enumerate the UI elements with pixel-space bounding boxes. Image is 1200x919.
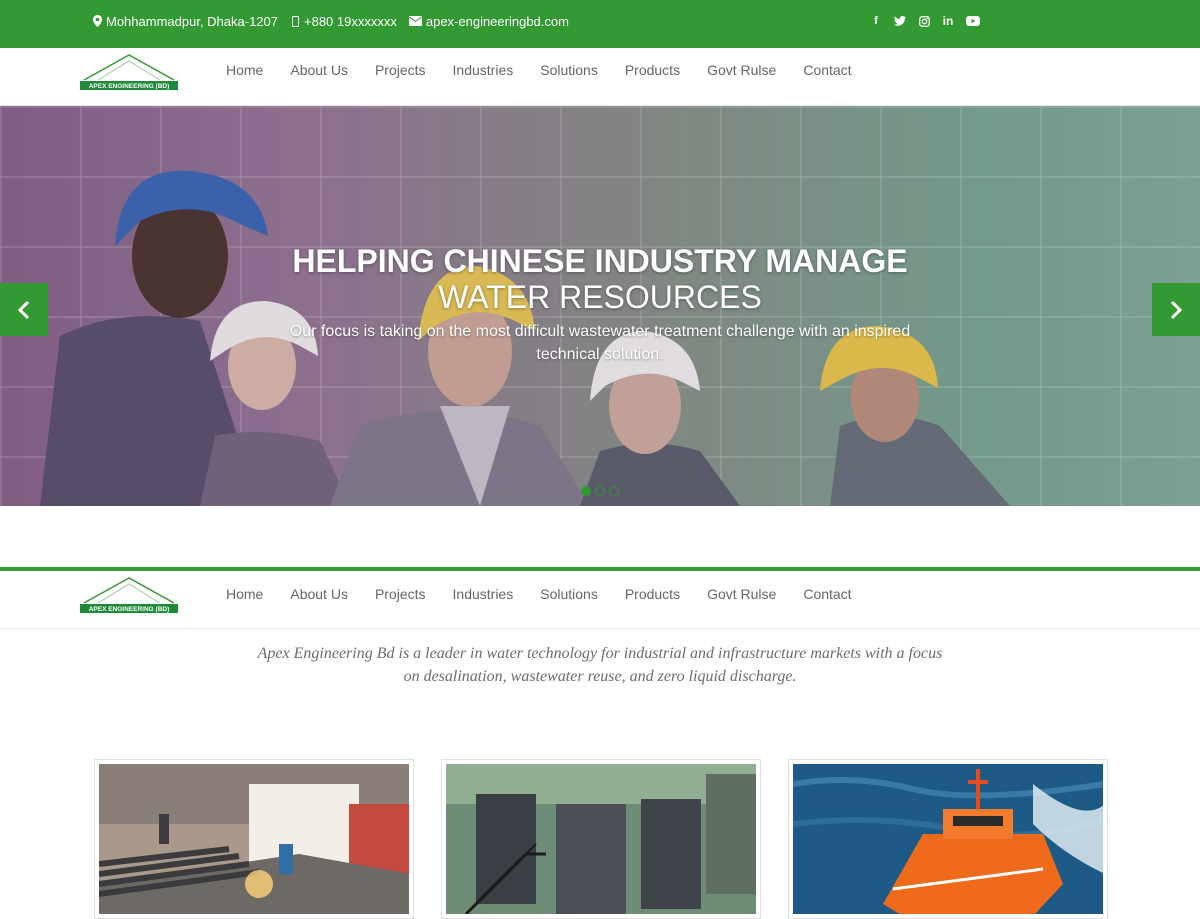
nav-govt-rulse[interactable]: Govt Rulse	[707, 62, 776, 78]
slider-dot-2[interactable]	[595, 486, 605, 496]
hero-title: HELPING CHINESE INDUSTRY MANAGE WATER RE…	[0, 243, 1200, 315]
facebook-icon[interactable]: f	[870, 15, 882, 27]
nav-products[interactable]: Products	[625, 62, 680, 78]
company-logo-sticky[interactable]: APEX ENGINEERING (BD)	[80, 575, 178, 615]
linkedin-icon[interactable]: in	[942, 14, 954, 28]
chevron-right-icon	[1170, 300, 1183, 319]
nav-solutions[interactable]: Solutions	[540, 62, 598, 78]
slider-dot-3[interactable]	[609, 486, 619, 496]
svg-text:APEX ENGINEERING (BD): APEX ENGINEERING (BD)	[89, 606, 170, 613]
sticky-nav-industries[interactable]: Industries	[453, 586, 514, 602]
nav-home[interactable]: Home	[226, 62, 263, 78]
address-text: Mohhammadpur, Dhaka-1207	[106, 13, 278, 29]
phone-text: +880 19xxxxxxx	[304, 13, 397, 29]
map-marker-icon	[92, 15, 102, 27]
sticky-nav-govt-rulse[interactable]: Govt Rulse	[707, 586, 776, 602]
sticky-nav-solutions[interactable]: Solutions	[540, 586, 598, 602]
sticky-nav-menu: Home About Us Projects Industries Soluti…	[226, 571, 852, 617]
hero-subtitle: Our focus is taking on the most difficul…	[289, 323, 911, 363]
main-navbar: APEX ENGINEERING (BD) Home About Us Proj…	[0, 48, 1200, 106]
contact-info: Mohhammadpur, Dhaka-1207 +880 19xxxxxxx …	[92, 0, 569, 42]
envelope-icon	[408, 15, 422, 27]
slider-prev-button[interactable]	[0, 283, 48, 336]
hero-slider: HELPING CHINESE INDUSTRY MANAGE WATER RE…	[0, 106, 1200, 506]
hero-title-line-1: HELPING CHINESE INDUSTRY MANAGE	[292, 243, 908, 279]
plant-photo	[446, 764, 756, 914]
slider-pagination	[581, 486, 619, 496]
sticky-nav-contact[interactable]: Contact	[803, 586, 851, 602]
industry-card-plant[interactable]	[441, 759, 761, 919]
company-logo[interactable]: APEX ENGINEERING (BD)	[80, 52, 178, 92]
marine-boat-photo	[793, 764, 1103, 914]
workshop-photo	[99, 764, 409, 914]
address-item: Mohhammadpur, Dhaka-1207	[92, 14, 278, 29]
sticky-navbar: APEX ENGINEERING (BD) Home About Us Proj…	[0, 567, 1200, 629]
top-contact-bar: Mohhammadpur, Dhaka-1207 +880 19xxxxxxx …	[0, 0, 1200, 48]
intro-text: Apex Engineering Bd is a leader in water…	[257, 645, 943, 685]
hero-title-line-2: WATER RESOURCES	[438, 279, 762, 315]
twitter-icon[interactable]	[894, 15, 906, 27]
industry-card-workshop[interactable]	[94, 759, 414, 919]
sticky-nav-products[interactable]: Products	[625, 586, 680, 602]
sticky-nav-home[interactable]: Home	[226, 586, 263, 602]
nav-contact[interactable]: Contact	[803, 62, 851, 78]
instagram-icon[interactable]	[918, 15, 930, 27]
phone-icon	[290, 15, 300, 27]
sticky-nav-about-us[interactable]: About Us	[290, 586, 348, 602]
email-item[interactable]: apex-engineeringbd.com	[408, 14, 569, 29]
youtube-icon[interactable]	[966, 15, 980, 27]
nav-industries[interactable]: Industries	[453, 62, 514, 78]
slider-dot-1[interactable]	[581, 486, 591, 496]
sticky-nav-projects[interactable]: Projects	[375, 586, 426, 602]
nav-menu: Home About Us Projects Industries Soluti…	[226, 48, 852, 92]
chevron-left-icon	[17, 300, 30, 319]
industry-card-marine[interactable]	[788, 759, 1108, 919]
social-links: f in	[870, 0, 980, 42]
email-text[interactable]: apex-engineeringbd.com	[426, 14, 569, 29]
slider-next-button[interactable]	[1152, 283, 1200, 336]
nav-projects[interactable]: Projects	[375, 62, 426, 78]
nav-about-us[interactable]: About Us	[290, 62, 348, 78]
svg-text:APEX ENGINEERING (BD): APEX ENGINEERING (BD)	[89, 83, 170, 90]
phone-item: +880 19xxxxxxx	[290, 14, 397, 29]
